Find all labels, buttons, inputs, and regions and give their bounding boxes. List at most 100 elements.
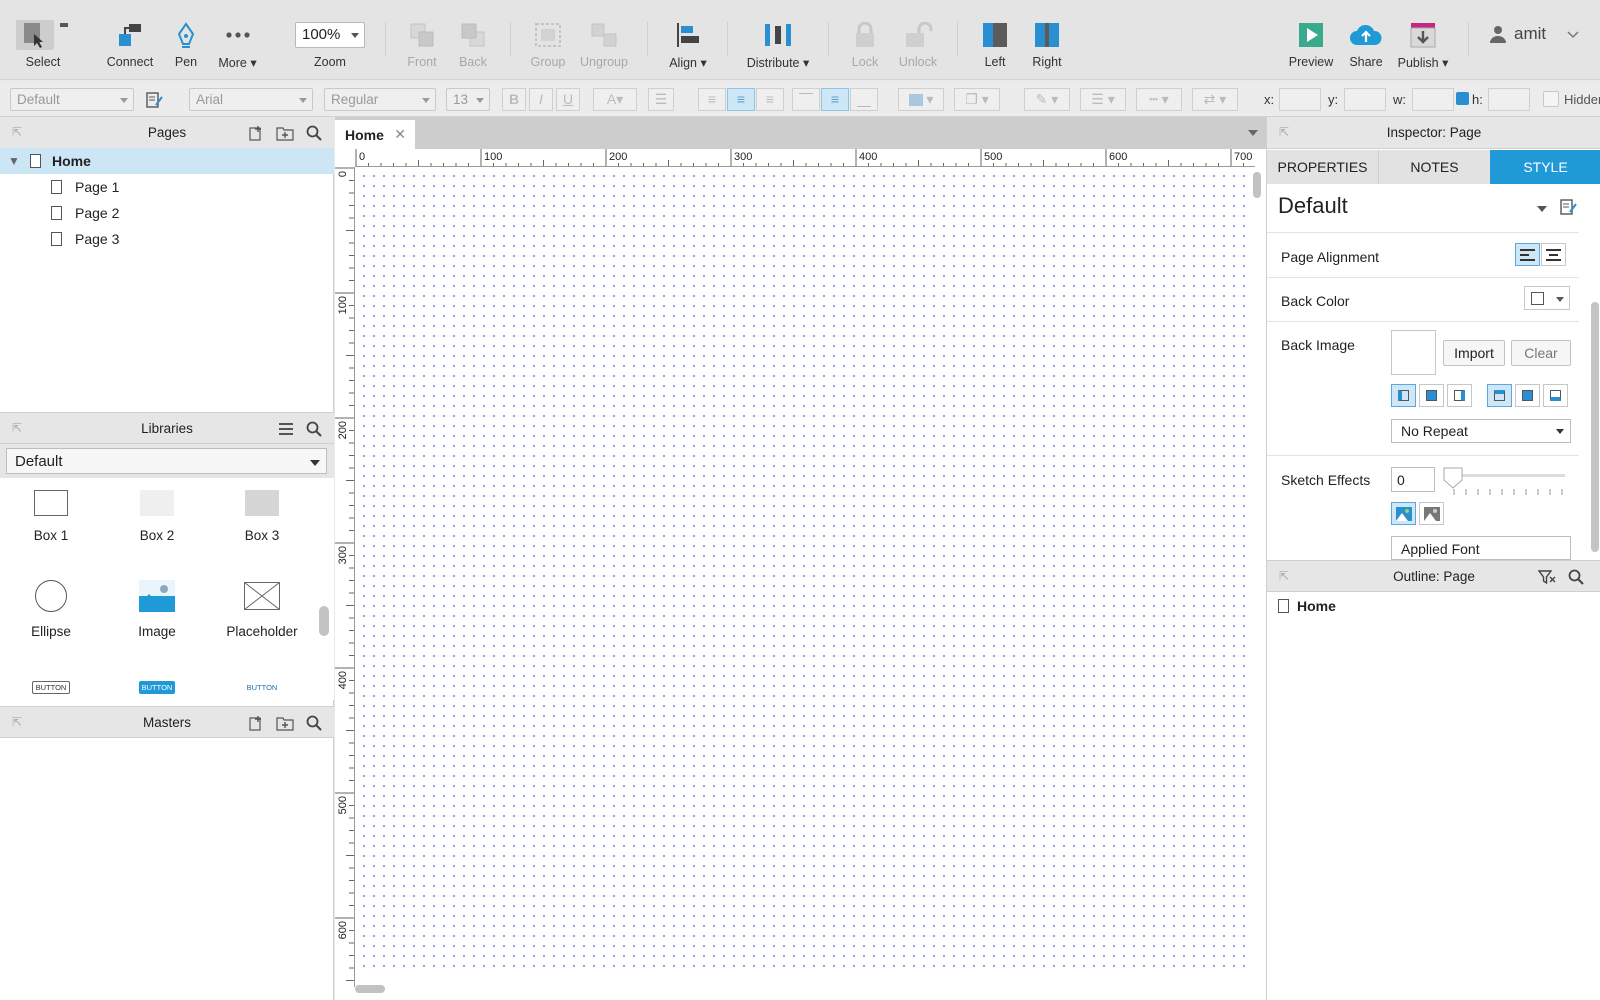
collapse-icon[interactable]: ⇱	[12, 422, 22, 434]
page-tree-item-home[interactable]: ▼ Home	[0, 148, 334, 174]
back-color-picker[interactable]	[1524, 286, 1570, 310]
design-canvas-grid[interactable]	[356, 168, 1247, 974]
valign-bottom-button[interactable]: ⎽	[850, 88, 878, 111]
library-scrollbar[interactable]	[319, 606, 329, 636]
w-input[interactable]	[1412, 88, 1454, 111]
connect-tool-button[interactable]: Connect	[103, 0, 157, 80]
search-icon[interactable]	[306, 715, 322, 731]
collapse-icon[interactable]: ⇱	[1279, 126, 1289, 138]
share-button[interactable]: Share	[1346, 0, 1386, 80]
lock-button[interactable]: Lock	[848, 0, 882, 80]
right-button[interactable]: Right	[1030, 0, 1064, 80]
y-input[interactable]	[1344, 88, 1386, 111]
page-tree-item[interactable]: Page 1	[0, 174, 334, 200]
x-input[interactable]	[1279, 88, 1321, 111]
search-icon[interactable]	[1568, 569, 1584, 585]
pen-tool-button[interactable]: Pen	[170, 0, 202, 80]
tab-overflow-chevron-icon[interactable]	[1248, 130, 1258, 136]
distribute-button[interactable]: Distribute ▾	[743, 0, 813, 80]
publish-button[interactable]: Publish ▾	[1396, 0, 1450, 80]
image-valign-middle-button[interactable]	[1515, 384, 1540, 407]
font-family-select[interactable]: Arial	[189, 88, 313, 111]
line-style-button[interactable]: ┅ ▾	[1136, 88, 1182, 111]
library-select[interactable]: Default	[6, 448, 327, 474]
more-tools-button[interactable]: More ▾	[215, 0, 260, 80]
bring-front-button[interactable]: Front	[404, 0, 440, 80]
edit-style-icon[interactable]	[1560, 198, 1578, 216]
edit-style-icon[interactable]	[146, 91, 164, 114]
fill-color-button[interactable]: ▾	[898, 88, 944, 111]
font-weight-select[interactable]: Regular	[324, 88, 436, 111]
add-folder-icon[interactable]	[276, 715, 294, 731]
page-align-center-button[interactable]	[1541, 243, 1566, 266]
hidden-checkbox[interactable]	[1543, 91, 1559, 107]
vertical-scrollbar-thumb[interactable]	[1253, 172, 1261, 198]
group-button[interactable]: Group	[528, 0, 568, 80]
align-text-right-button[interactable]: ≡	[756, 88, 784, 111]
unlock-button[interactable]: Unlock	[896, 0, 940, 80]
outline-item-home[interactable]: Home	[1267, 593, 1600, 619]
tab-notes[interactable]: NOTES	[1379, 150, 1490, 184]
sketch-slider-track[interactable]	[1447, 474, 1565, 477]
library-widget-placeholder[interactable]: Placeholder	[212, 580, 312, 639]
library-widget-box2[interactable]: Box 2	[107, 490, 207, 543]
menu-icon[interactable]	[278, 422, 294, 436]
add-folder-icon[interactable]	[276, 125, 294, 141]
clear-button[interactable]: Clear	[1511, 340, 1571, 366]
sketch-slider-handle[interactable]	[1442, 466, 1464, 490]
search-icon[interactable]	[306, 125, 322, 141]
expand-triangle-icon[interactable]: ▼	[8, 148, 20, 174]
preview-button[interactable]: Preview	[1288, 0, 1334, 80]
tab-home[interactable]: Home ✕	[335, 120, 415, 149]
sketch-effects-input[interactable]: 0	[1391, 467, 1435, 492]
page-align-left-button[interactable]	[1515, 243, 1540, 266]
add-page-icon[interactable]	[248, 125, 264, 141]
bullet-list-button[interactable]: ☰	[648, 88, 674, 111]
page-tree-item[interactable]: Page 3	[0, 226, 334, 252]
sketch-grayscale-button[interactable]	[1419, 502, 1444, 525]
h-input[interactable]	[1488, 88, 1530, 111]
filter-icon[interactable]	[1538, 569, 1556, 585]
library-widget-box3[interactable]: Box 3	[212, 490, 312, 543]
bold-button[interactable]: B	[502, 88, 526, 111]
send-back-button[interactable]: Back	[455, 0, 491, 80]
style-select[interactable]: Default	[10, 88, 134, 111]
library-widget-link-button[interactable]: BUTTON	[212, 678, 312, 694]
library-widget-box1[interactable]: Box 1	[1, 490, 101, 543]
library-widget-ellipse[interactable]: Ellipse	[1, 580, 101, 639]
align-button[interactable]: Align ▾	[666, 0, 710, 80]
image-halign-center-button[interactable]	[1419, 384, 1444, 407]
style-dropdown-chevron-icon[interactable]	[1537, 206, 1547, 212]
valign-middle-button[interactable]: ≡	[821, 88, 849, 111]
shadow-button[interactable]: ❐ ▾	[954, 88, 1000, 111]
align-text-left-button[interactable]: ≡	[698, 88, 726, 111]
page-tree-item[interactable]: Page 2	[0, 200, 334, 226]
line-color-button[interactable]: ✎ ▾	[1024, 88, 1070, 111]
user-menu[interactable]: amit	[1490, 24, 1580, 44]
image-valign-bottom-button[interactable]	[1543, 384, 1568, 407]
text-color-button[interactable]: A▾	[593, 88, 637, 111]
image-halign-left-button[interactable]	[1391, 384, 1416, 407]
horizontal-scrollbar-thumb[interactable]	[355, 985, 385, 993]
library-widget-button[interactable]: BUTTON	[1, 678, 101, 694]
applied-font-select[interactable]: Applied Font	[1391, 536, 1571, 560]
search-icon[interactable]	[306, 421, 322, 437]
collapse-icon[interactable]: ⇱	[12, 126, 22, 138]
arrow-style-button[interactable]: ⇄ ▾	[1192, 88, 1238, 111]
underline-button[interactable]: U	[556, 88, 580, 111]
repeat-select[interactable]: No Repeat	[1391, 419, 1571, 443]
collapse-icon[interactable]: ⇱	[12, 716, 22, 728]
library-widget-primary-button[interactable]: BUTTON	[107, 678, 207, 694]
import-button[interactable]: Import	[1443, 340, 1505, 366]
align-text-center-button[interactable]: ≡	[727, 88, 755, 111]
ungroup-button[interactable]: Ungroup	[578, 0, 630, 80]
sketch-color-button[interactable]	[1391, 502, 1416, 525]
close-icon[interactable]: ✕	[394, 126, 406, 143]
tab-style[interactable]: STYLE	[1490, 150, 1600, 184]
library-widget-image[interactable]: Image	[107, 580, 207, 639]
tab-properties[interactable]: PROPERTIES	[1267, 150, 1379, 184]
select-tool-button[interactable]: Select	[12, 0, 74, 80]
line-thickness-button[interactable]: ☰ ▾	[1080, 88, 1126, 111]
font-size-select[interactable]: 13	[446, 88, 490, 111]
inspector-scrollbar[interactable]	[1591, 302, 1599, 552]
